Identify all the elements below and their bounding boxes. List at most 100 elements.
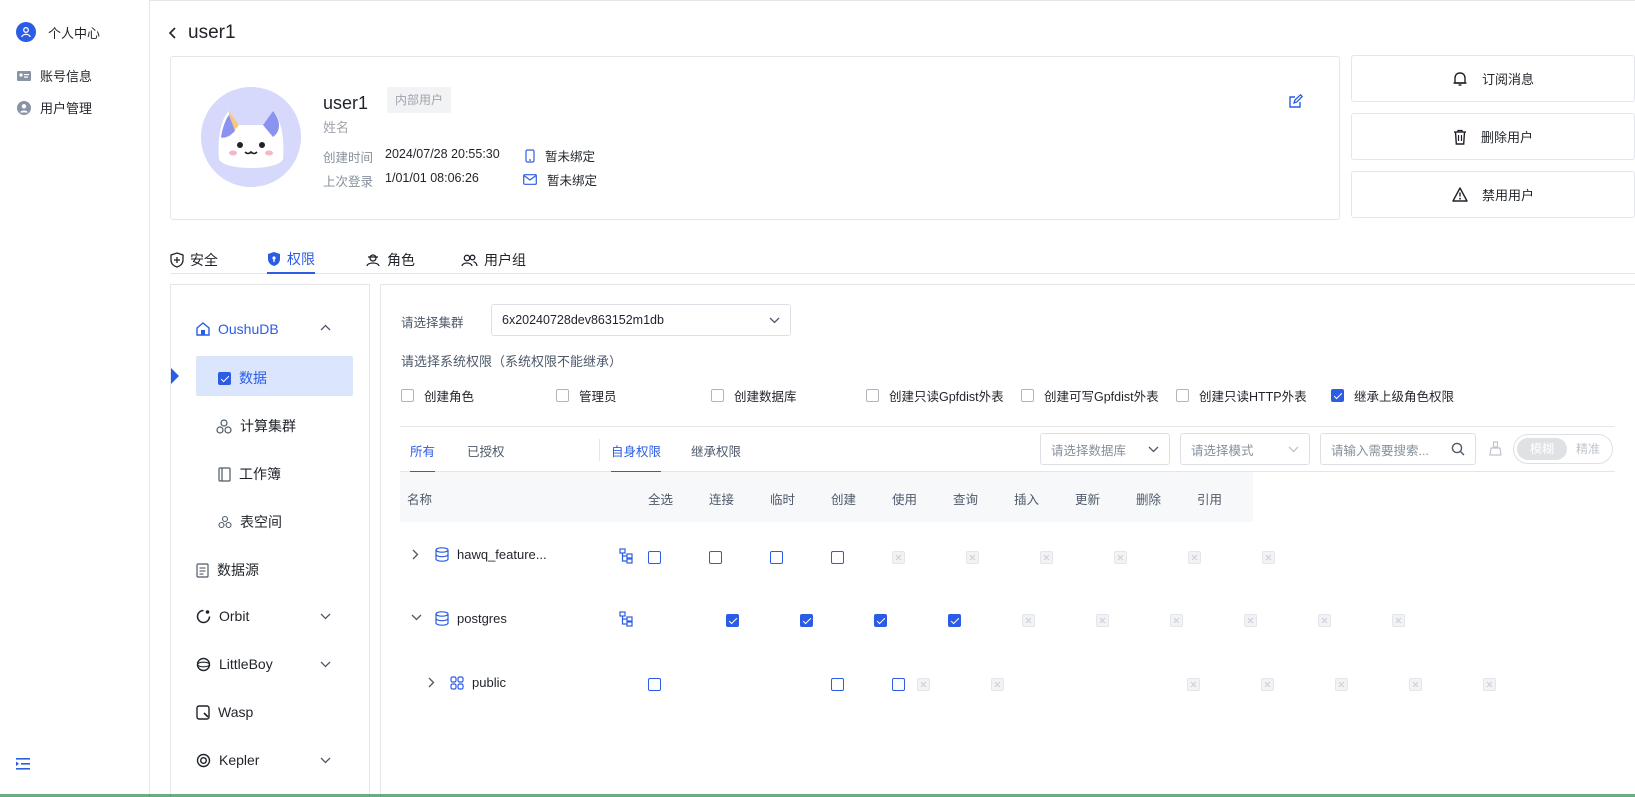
checkbox[interactable] — [401, 389, 414, 402]
cat-avatar-image — [201, 87, 301, 187]
cluster-select[interactable]: 6x20240728dev863152m1db — [491, 304, 791, 336]
delete-user-button[interactable]: 删除用户 — [1351, 113, 1635, 160]
permission-checkbox[interactable] — [648, 678, 661, 691]
tree-structure-icon[interactable] — [619, 548, 633, 564]
phone-binding: 暂未绑定 — [525, 146, 595, 165]
tree-root-oushudb[interactable]: OushuDB — [196, 321, 279, 337]
tree-item-tablespace[interactable]: 表空间 — [218, 512, 282, 532]
subtab-granted[interactable]: 已授权 — [467, 441, 505, 473]
personal-center-label: 个人中心 — [48, 25, 101, 41]
sidebar-item-account-info[interactable]: 账号信息 — [16, 66, 92, 85]
schema-select[interactable]: 请选择模式 — [1180, 433, 1310, 465]
sys-perm-create-database[interactable]: 创建数据库 — [711, 386, 797, 405]
permission-checkbox[interactable] — [648, 551, 661, 564]
sidebar-item-label: 账号信息 — [40, 69, 93, 84]
edit-icon[interactable] — [1288, 94, 1303, 109]
permission-checkbox[interactable] — [726, 614, 739, 627]
permission-checkbox[interactable] — [831, 678, 844, 691]
permission-table-header: 名称 全选 连接 临时 创建 使用 查询 插入 更新 删除 引用 — [400, 472, 1253, 522]
trash-icon — [1453, 129, 1467, 145]
tree-item-data[interactable]: 数据 — [218, 368, 267, 388]
column-header: 连接 — [709, 493, 735, 507]
user-avatar-icon — [16, 22, 36, 42]
checkbox[interactable] — [556, 389, 569, 402]
column-header: 插入 — [1014, 493, 1040, 507]
permission-checkbox[interactable] — [709, 551, 722, 564]
tree-item-wasp[interactable]: Wasp — [196, 704, 253, 720]
tab-label: 用户组 — [484, 252, 526, 268]
sys-perm-create-role[interactable]: 创建角色 — [401, 386, 474, 405]
sys-perm-readonly-http[interactable]: 创建只读HTTP外表 — [1176, 386, 1307, 405]
checkbox[interactable] — [1021, 389, 1034, 402]
subtab-all[interactable]: 所有 — [410, 441, 436, 473]
column-header: 更新 — [1075, 493, 1101, 507]
chevron-down-icon[interactable] — [320, 757, 331, 764]
subscribe-button[interactable]: 订阅消息 — [1351, 55, 1635, 102]
sys-perm-writable-gpfdist[interactable]: 创建可写Gpfdist外表 — [1021, 386, 1159, 405]
tree-structure-icon[interactable] — [619, 611, 633, 627]
personal-center-header[interactable]: 个人中心 — [16, 22, 100, 42]
permission-checkbox[interactable] — [770, 551, 783, 564]
mail-icon — [523, 174, 537, 185]
chevron-down-icon[interactable] — [411, 614, 422, 621]
tab-user-groups[interactable]: 用户组 — [461, 246, 526, 274]
checkbox[interactable] — [1331, 389, 1344, 402]
last-login-row: 上次登录 1/01/01 08:06:26 — [323, 171, 479, 190]
tree-item-compute-cluster[interactable]: 计算集群 — [216, 416, 296, 436]
column-header: 查询 — [953, 493, 979, 507]
tree-label: Kepler — [219, 752, 260, 768]
collapse-menu-icon[interactable] — [16, 758, 30, 770]
top-border — [0, 0, 1635, 1]
chevron-down-icon[interactable] — [320, 613, 331, 620]
chevron-down-icon[interactable] — [320, 661, 331, 668]
permission-checkbox[interactable] — [948, 614, 961, 627]
sidebar-item-user-management[interactable]: 用户管理 — [16, 98, 92, 117]
tab-roles[interactable]: 角色 — [365, 246, 415, 274]
user-type-tag: 内部用户 — [387, 87, 452, 113]
broom-clear-icon[interactable] — [1488, 441, 1503, 456]
perm-label: 创建可写Gpfdist外表 — [1044, 390, 1159, 404]
tree-item-orbit[interactable]: Orbit — [196, 608, 249, 624]
warning-icon — [1452, 187, 1468, 202]
email-status: 暂未绑定 — [547, 174, 598, 188]
disable-user-button[interactable]: 禁用用户 — [1351, 171, 1635, 218]
column-header: 引用 — [1197, 493, 1223, 507]
chevron-up-icon[interactable] — [320, 324, 331, 331]
tab-security[interactable]: 安全 — [170, 246, 218, 274]
subtab-inherited-permissions[interactable]: 继承权限 — [691, 441, 741, 473]
tree-item-datasource[interactable]: 数据源 — [196, 560, 259, 580]
orbit-icon — [196, 609, 211, 624]
checkbox[interactable] — [866, 389, 879, 402]
checkbox[interactable] — [1176, 389, 1189, 402]
subtab-own-permissions[interactable]: 自身权限 — [611, 441, 662, 473]
match-mode-toggle[interactable]: 模糊 精准 — [1513, 434, 1613, 464]
permission-checkbox[interactable] — [831, 551, 844, 564]
tree-item-kepler[interactable]: Kepler — [196, 752, 259, 768]
chevron-right-icon[interactable] — [428, 677, 435, 688]
perm-label: 创建只读Gpfdist外表 — [889, 390, 1004, 404]
tree-label: Orbit — [219, 608, 250, 624]
tree-item-littleboy[interactable]: LittleBoy — [196, 656, 273, 672]
chevron-right-icon[interactable] — [412, 549, 419, 560]
toggle-exact[interactable]: 精准 — [1576, 438, 1600, 460]
sys-perm-inherit-parent[interactable]: 继承上级角色权限 — [1331, 386, 1454, 405]
sys-perm-admin[interactable]: 管理员 — [556, 386, 617, 405]
chevron-down-icon — [1288, 446, 1299, 453]
permission-checkbox[interactable] — [800, 614, 813, 627]
database-select[interactable]: 请选择数据库 — [1040, 433, 1170, 465]
tab-permissions[interactable]: 权限 — [267, 246, 315, 274]
search-input[interactable]: 请输入需要搜索... — [1320, 433, 1476, 465]
tree-item-workbook[interactable]: 工作簿 — [218, 464, 281, 484]
permission-checkbox[interactable] — [874, 614, 887, 627]
search-icon[interactable] — [1451, 442, 1465, 456]
back-arrow-icon[interactable] — [168, 27, 178, 39]
column-header: 创建 — [831, 493, 857, 507]
permission-checkbox — [966, 551, 979, 564]
users-icon — [461, 253, 478, 267]
sys-perm-readonly-gpfdist[interactable]: 创建只读Gpfdist外表 — [866, 386, 1004, 405]
checkbox[interactable] — [711, 389, 724, 402]
toggle-fuzzy[interactable]: 模糊 — [1517, 438, 1567, 460]
wasp-icon — [196, 704, 210, 720]
permission-cells — [0, 0, 1635, 691]
permission-checkbox[interactable] — [892, 678, 905, 691]
